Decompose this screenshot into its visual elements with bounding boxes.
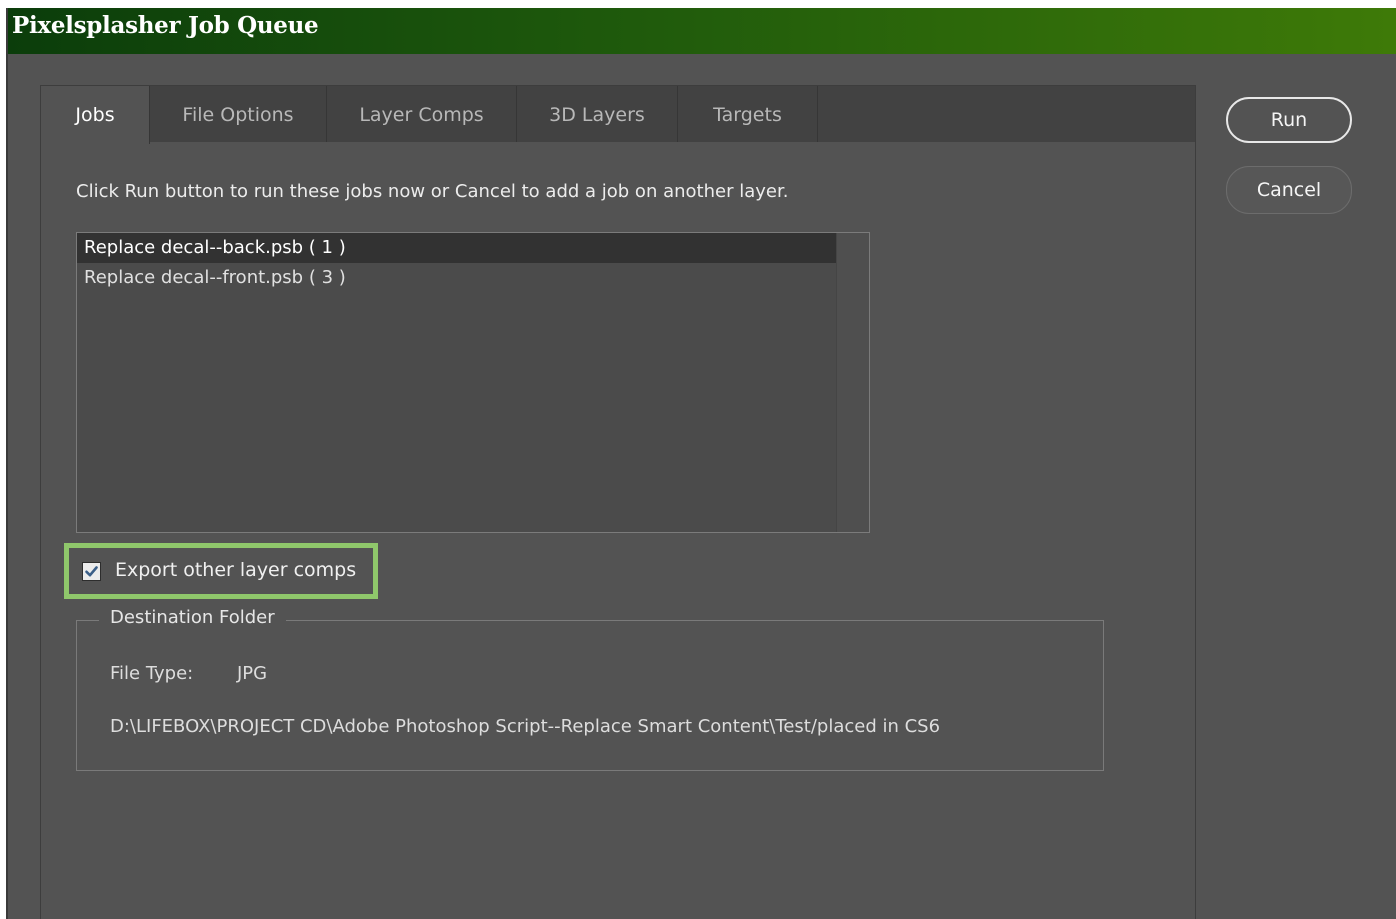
job-queue-dialog: Pixelsplasher Job Queue Jobs File Option…	[6, 8, 1396, 919]
file-type-label: File Type:	[110, 663, 194, 684]
export-layer-comps-checkbox[interactable]	[82, 562, 101, 581]
tab-file-options[interactable]: File Options	[150, 86, 327, 142]
export-layer-comps-highlight: Export other layer comps	[64, 543, 378, 599]
tab-jobs[interactable]: Jobs	[41, 86, 150, 144]
destination-folder-legend: Destination Folder	[99, 607, 286, 628]
instructions-text: Click Run button to run these jobs now o…	[76, 181, 789, 202]
tab-layer-comps[interactable]: Layer Comps	[327, 86, 517, 142]
job-list-scrollbar[interactable]	[836, 233, 869, 532]
export-layer-comps-label[interactable]: Export other layer comps	[115, 559, 356, 581]
run-button[interactable]: Run	[1226, 97, 1352, 143]
job-list-item[interactable]: Replace decal--back.psb ( 1 )	[77, 233, 837, 263]
title-bar[interactable]: Pixelsplasher Job Queue	[8, 8, 1396, 54]
window-title: Pixelsplasher Job Queue	[12, 12, 319, 39]
tab-targets[interactable]: Targets	[678, 86, 818, 142]
job-list-item[interactable]: Replace decal--front.psb ( 3 )	[77, 263, 837, 293]
tab-3d-layers[interactable]: 3D Layers	[517, 86, 678, 142]
cancel-button[interactable]: Cancel	[1226, 166, 1352, 214]
checkmark-icon	[85, 566, 98, 577]
destination-folder-group: Destination Folder File Type: JPG D:\LIF…	[76, 607, 1104, 771]
tab-strip: Jobs File Options Layer Comps 3D Layers …	[41, 86, 1195, 144]
job-list[interactable]: Replace decal--back.psb ( 1 ) Replace de…	[76, 232, 870, 533]
tab-panel: Jobs File Options Layer Comps 3D Layers …	[40, 85, 1196, 919]
destination-path: D:\LIFEBOX\PROJECT CD\Adobe Photoshop Sc…	[110, 716, 941, 737]
file-type-value: JPG	[237, 663, 268, 684]
